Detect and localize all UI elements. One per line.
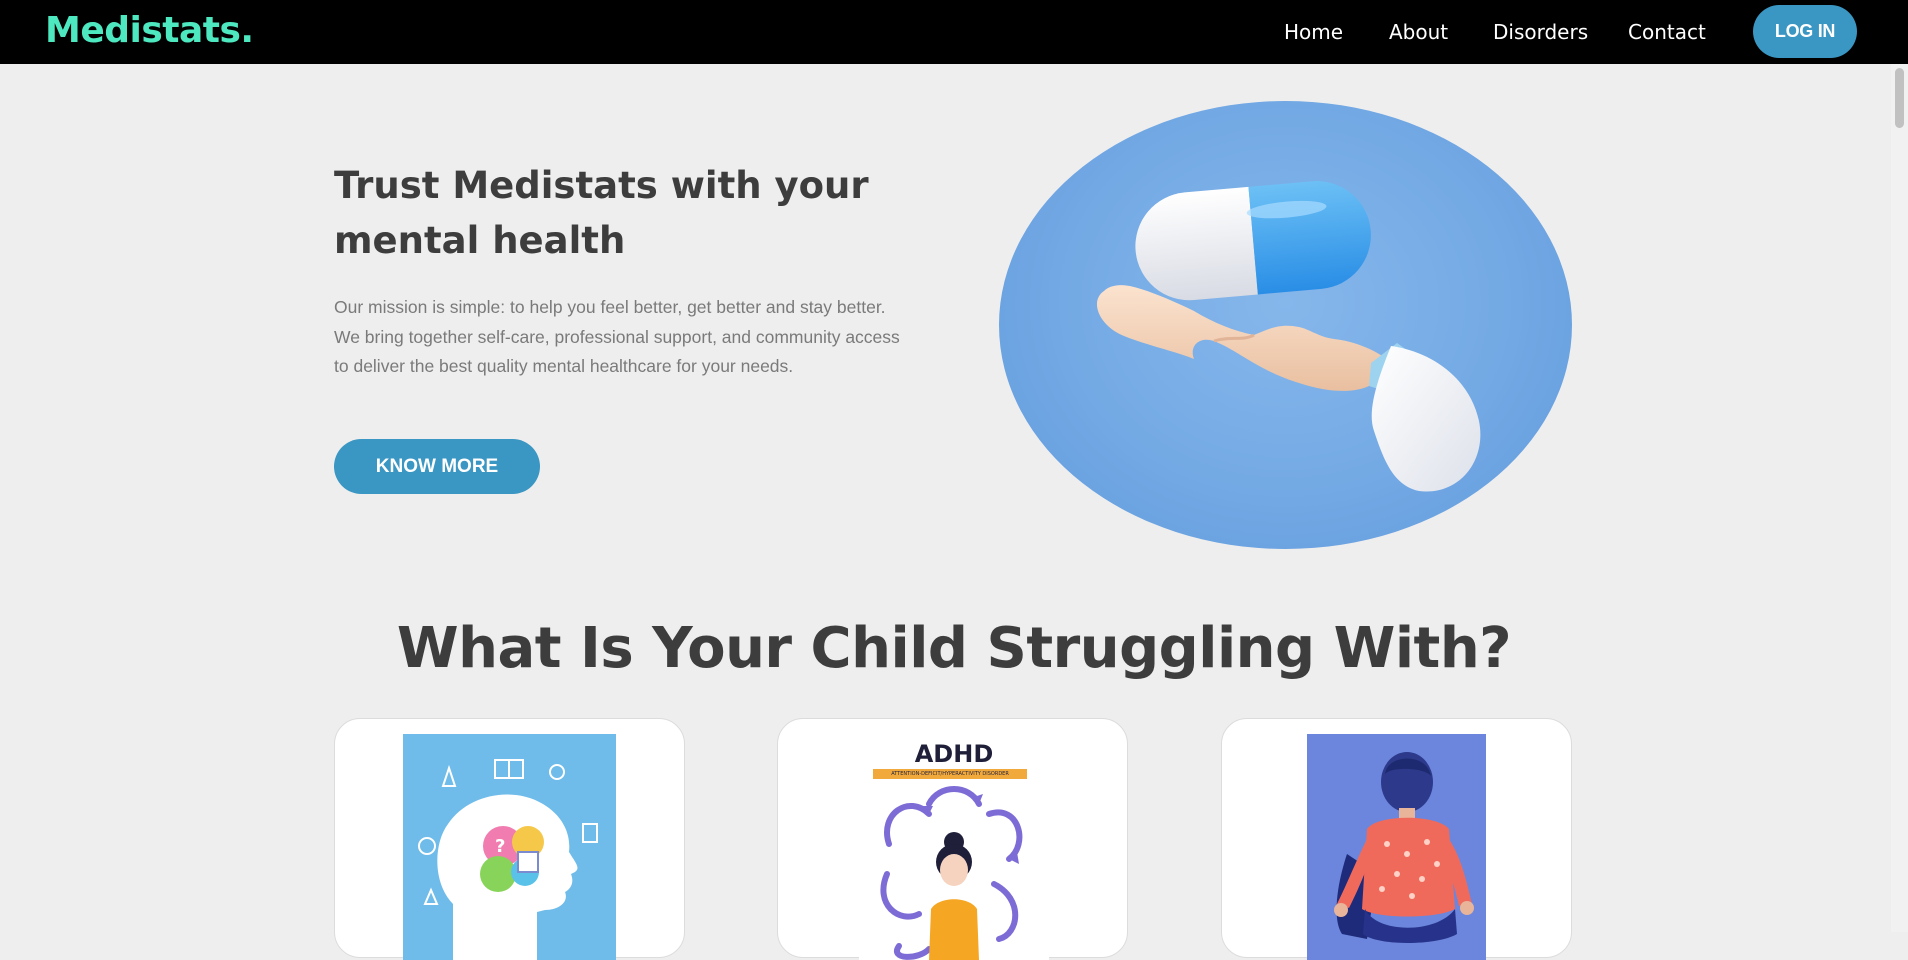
pill-hand-illustration [1096,181,1481,492]
svg-text:?: ? [495,836,505,857]
login-button[interactable]: LOG IN [1753,5,1857,58]
nav-link-about[interactable]: About [1389,20,1448,44]
child-back-view-image [1307,734,1486,960]
disorder-card-3[interactable] [1221,718,1572,960]
nav-link-disorders[interactable]: Disorders [1493,20,1588,44]
nav-link-contact[interactable]: Contact [1628,20,1706,44]
disorder-card-2[interactable]: ADHD ATTENTION-DEFICIT/HYPERACTIVITY DIS… [777,718,1128,960]
page-scrollbar[interactable] [1891,64,1908,932]
nav-link-home[interactable]: Home [1284,20,1343,44]
hero-title: Trust Medistats with your mental health [334,164,869,262]
hero-pill-hand-image [999,101,1572,549]
child-sitting-illustration [1334,752,1474,943]
head-silhouette-image: ? [403,734,616,960]
disorder-card-1[interactable]: ? [334,718,685,960]
brand-logo[interactable]: Medistats. [45,10,254,51]
hero-description: Our mission is simple: to help you feel … [334,297,900,376]
adhd-image: ADHD ATTENTION-DEFICIT/HYPERACTIVITY DIS… [859,734,1049,960]
head-with-icons-illustration: ? [418,759,598,960]
scrollbar-thumb[interactable] [1895,68,1904,128]
section-title: What Is Your Child Struggling With? [396,616,1512,681]
know-more-button[interactable]: KNOW MORE [334,439,540,494]
adhd-arrows-illustration [880,786,1023,960]
navbar: Medistats. Home About Disorders Contact … [0,0,1908,64]
